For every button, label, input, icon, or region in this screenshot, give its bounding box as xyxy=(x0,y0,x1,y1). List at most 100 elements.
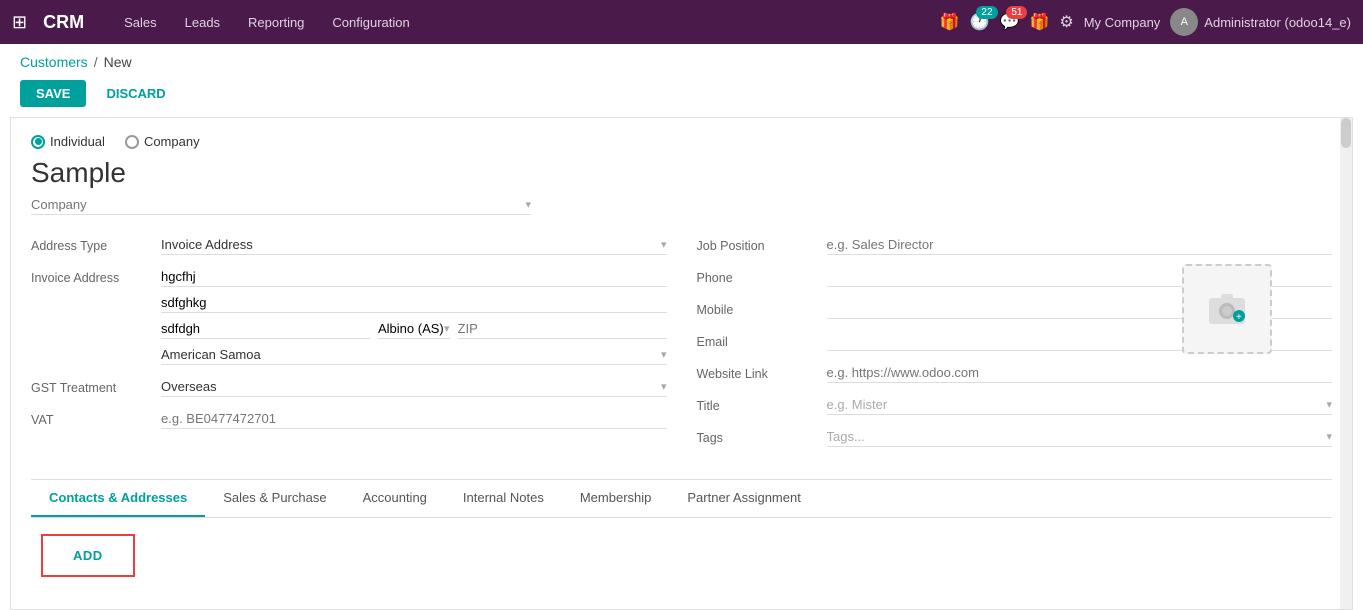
form-inner: Individual Company ▾ xyxy=(11,118,1352,609)
address-type-dropdown[interactable]: Invoice Address xyxy=(161,235,661,254)
scrollbar-track[interactable] xyxy=(1340,118,1352,609)
state-dropdown[interactable]: Albino (AS) xyxy=(378,319,444,338)
address-type-label: Address Type xyxy=(31,235,161,253)
tab-accounting[interactable]: Accounting xyxy=(345,480,445,517)
invoice-line2-field xyxy=(161,293,667,313)
tab-membership[interactable]: Membership xyxy=(562,480,670,517)
form-content: Individual Company ▾ xyxy=(31,134,1332,593)
nav-configuration[interactable]: Configuration xyxy=(320,9,421,36)
customer-name-input[interactable] xyxy=(31,157,931,189)
individual-radio-dot xyxy=(35,138,42,145)
nav-links: Sales Leads Reporting Configuration xyxy=(112,9,932,36)
scrollbar-thumb[interactable] xyxy=(1341,118,1351,148)
name-photo-row: ▾ + xyxy=(31,157,1332,235)
brand-name[interactable]: CRM xyxy=(43,12,84,33)
left-column: Address Type Invoice Address ▾ xyxy=(31,235,667,459)
address-type-row: Address Type Invoice Address ▾ xyxy=(31,235,667,255)
nav-right-icons: 🎁 🕐 22 💬 51 🎁 ⚙ My Company A Administrat… xyxy=(940,8,1351,36)
calendar-badge: 22 xyxy=(976,6,997,19)
breadcrumb-parent[interactable]: Customers xyxy=(20,54,88,70)
user-name: Administrator (odoo14_e) xyxy=(1204,15,1351,30)
website-label: Website Link xyxy=(697,363,827,381)
invoice-line1-input[interactable] xyxy=(161,267,667,286)
calendar-icon[interactable]: 🕐 22 xyxy=(970,12,990,32)
vat-row: VAT xyxy=(31,409,667,429)
tags-label: Tags xyxy=(697,427,827,445)
gst-label: GST Treatment xyxy=(31,377,161,395)
title-dropdown[interactable]: e.g. Mister xyxy=(827,395,1327,414)
apps-icon[interactable]: ⊞ xyxy=(12,12,27,33)
nav-reporting[interactable]: Reporting xyxy=(236,9,316,36)
city-input[interactable] xyxy=(161,319,370,339)
top-navigation: ⊞ CRM Sales Leads Reporting Configuratio… xyxy=(0,0,1363,44)
gift-icon[interactable]: 🎁 xyxy=(940,12,960,32)
job-position-row: Job Position xyxy=(697,235,1333,255)
breadcrumb-current: New xyxy=(104,54,132,70)
invoice-line2-input[interactable] xyxy=(161,293,667,312)
title-select[interactable]: e.g. Mister ▾ xyxy=(827,395,1333,415)
country-select-wrap[interactable]: American Samoa ▾ xyxy=(161,345,667,365)
company-label: Company xyxy=(144,134,200,149)
zip-input[interactable] xyxy=(458,319,667,339)
company-input[interactable] xyxy=(31,197,525,212)
photo-upload[interactable]: + xyxy=(1182,264,1272,354)
company-radio-circle xyxy=(125,135,139,149)
mobile-label: Mobile xyxy=(697,299,827,317)
address-type-value: Invoice Address ▾ xyxy=(161,235,667,255)
vat-input[interactable] xyxy=(161,409,667,429)
breadcrumb-separator: / xyxy=(94,54,98,70)
tab-sales[interactable]: Sales & Purchase xyxy=(205,480,344,517)
tabs-container: Contacts & Addresses Sales & Purchase Ac… xyxy=(31,479,1332,593)
tab-internal-notes[interactable]: Internal Notes xyxy=(445,480,562,517)
gst-value: Overseas ▾ xyxy=(161,377,667,397)
tags-dropdown[interactable]: Tags... xyxy=(827,427,1327,446)
add-button[interactable]: ADD xyxy=(41,534,135,577)
tab-contacts[interactable]: Contacts & Addresses xyxy=(31,480,205,517)
invoice-address-value: Albino (AS) ▾ American Samoa xyxy=(161,267,667,365)
website-input[interactable] xyxy=(827,363,1333,383)
breadcrumb: Customers / New xyxy=(0,44,1363,74)
tab-contacts-content: ADD xyxy=(31,518,1332,593)
country-dropdown[interactable]: American Samoa xyxy=(161,345,661,364)
invoice-address-label: Invoice Address xyxy=(31,267,161,285)
phone-label: Phone xyxy=(697,267,827,285)
nav-sales[interactable]: Sales xyxy=(112,9,169,36)
individual-radio[interactable]: Individual xyxy=(31,134,105,149)
form-toolbar: SAVE DISCARD xyxy=(0,74,1363,117)
title-chevron-icon: ▾ xyxy=(1326,398,1332,411)
user-menu[interactable]: A Administrator (odoo14_e) xyxy=(1170,8,1351,36)
discard-button[interactable]: DISCARD xyxy=(94,80,177,107)
save-button[interactable]: SAVE xyxy=(20,80,86,107)
vat-label: VAT xyxy=(31,409,161,427)
job-position-input[interactable] xyxy=(827,235,1333,255)
tags-select[interactable]: Tags... ▾ xyxy=(827,427,1333,447)
gst-dropdown[interactable]: Overseas xyxy=(161,377,661,396)
job-position-value xyxy=(827,235,1333,255)
email-label: Email xyxy=(697,331,827,349)
settings-icon[interactable]: ⚙ xyxy=(1059,12,1073,32)
company-name[interactable]: My Company xyxy=(1084,15,1161,30)
state-select-wrap: Albino (AS) ▾ xyxy=(378,319,450,339)
individual-radio-circle xyxy=(31,135,45,149)
tags-row: Tags Tags... ▾ xyxy=(697,427,1333,447)
gst-chevron-icon: ▾ xyxy=(661,380,667,393)
website-value xyxy=(827,363,1333,383)
title-row: Title e.g. Mister ▾ xyxy=(697,395,1333,415)
name-section: ▾ xyxy=(31,157,1332,235)
chat-badge: 51 xyxy=(1006,6,1027,19)
camera-icon: + xyxy=(1207,290,1247,329)
address-type-select[interactable]: Invoice Address ▾ xyxy=(161,235,667,255)
website-row: Website Link xyxy=(697,363,1333,383)
gst-row: GST Treatment Overseas ▾ xyxy=(31,377,667,397)
nav-leads[interactable]: Leads xyxy=(173,9,232,36)
city-state-row: Albino (AS) ▾ xyxy=(161,319,667,339)
gift2-icon[interactable]: 🎁 xyxy=(1029,12,1049,32)
tab-partner-assignment[interactable]: Partner Assignment xyxy=(669,480,818,517)
svg-text:+: + xyxy=(1236,312,1242,323)
gst-select[interactable]: Overseas ▾ xyxy=(161,377,667,397)
invoice-address-row: Invoice Address xyxy=(31,267,667,365)
customer-type-row: Individual Company xyxy=(31,134,1332,149)
chat-icon[interactable]: 💬 51 xyxy=(1000,12,1020,32)
tabs-bar: Contacts & Addresses Sales & Purchase Ac… xyxy=(31,480,1332,518)
company-radio[interactable]: Company xyxy=(125,134,200,149)
